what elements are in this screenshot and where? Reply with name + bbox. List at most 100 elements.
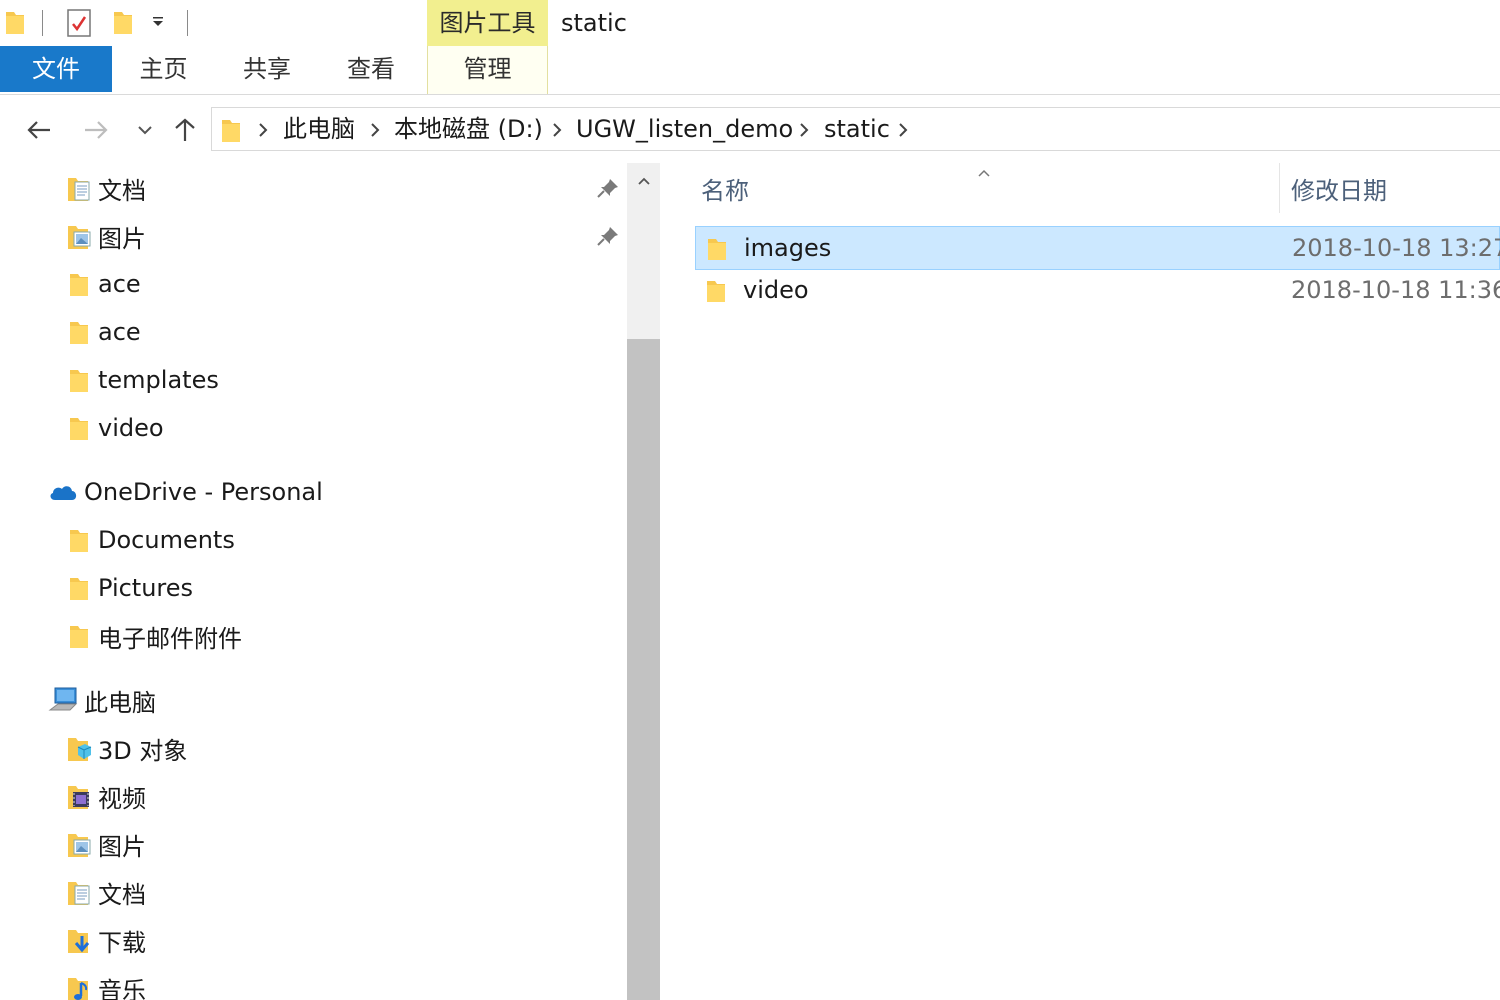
onedrive-cloud-icon [48,477,78,507]
qat-separator [187,10,188,36]
new-folder-icon[interactable] [112,8,134,40]
nav-item-label: ace [98,318,141,346]
file-modified-date: 2018-10-18 13:27 [1292,234,1500,262]
nav-item-pictures-pinned[interactable]: 图片 [66,212,146,260]
nav-item-templates[interactable]: templates [66,356,219,404]
nav-item-3d-objects[interactable]: 3D 对象 [66,724,187,772]
nav-item-onedrive-pictures[interactable]: Pictures [66,564,193,612]
downloads-folder-icon [66,925,92,955]
ribbon-tabs: 文件 主页 共享 查看 管理 [0,46,1500,94]
folder-icon[interactable] [4,8,26,40]
file-row-images[interactable]: images 2018-10-18 13:27 [695,226,1500,270]
music-folder-icon [66,973,92,1000]
qat-separator [42,10,43,36]
3d-objects-folder-icon [66,733,92,763]
chevron-right-icon[interactable] [258,122,268,142]
nav-item-label: 图片 [98,224,146,253]
pictures-folder-icon [66,221,92,251]
context-tab-picture-tools: 图片工具 [427,0,548,46]
properties-icon[interactable] [66,8,92,42]
chevron-right-icon[interactable] [370,122,380,142]
nav-item-onedrive[interactable]: OneDrive - Personal [48,468,323,516]
folder-icon [66,621,92,651]
file-list-pane: 名称 修改日期 images 2018-10-18 13:27 video 20… [661,163,1500,1000]
this-pc-icon [48,685,78,715]
nav-item-ace[interactable]: ace [66,260,141,308]
sort-ascending-icon [977,163,991,182]
back-icon[interactable] [22,113,56,147]
nav-item-label: 下载 [98,928,146,957]
nav-item-music[interactable]: 音乐 [66,964,146,1000]
breadcrumb-static[interactable]: static [824,108,890,150]
nav-item-pictures[interactable]: 图片 [66,820,146,868]
nav-item-label: ace [98,270,141,298]
pictures-folder-icon [66,829,92,859]
nav-item-label: 图片 [98,832,146,861]
documents-folder-icon [66,877,92,907]
nav-item-label: 电子邮件附件 [98,624,242,653]
title-bar: 图片工具 static [0,0,1500,46]
nav-item-onedrive-documents[interactable]: Documents [66,516,235,564]
folder-icon [66,365,92,395]
tab-file[interactable]: 文件 [0,46,112,92]
breadcrumb-local-disk-d[interactable]: 本地磁盘 (D:) [394,108,543,150]
nav-item-email-attachments[interactable]: 电子邮件附件 [66,612,242,660]
nav-item-label: 视频 [98,784,146,813]
column-divider[interactable] [1279,163,1280,213]
nav-item-label: 文档 [98,176,146,205]
videos-folder-icon [66,781,92,811]
nav-item-label: templates [98,366,219,394]
nav-item-label: 文档 [98,880,146,909]
chevron-right-icon[interactable] [552,122,562,142]
nav-item-label: 此电脑 [84,688,156,717]
chevron-right-icon[interactable] [799,122,809,142]
nav-item-videos[interactable]: 视频 [66,772,146,820]
nav-item-label: OneDrive - Personal [84,478,323,506]
nav-item-label: 音乐 [98,976,146,1000]
file-modified-date: 2018-10-18 11:36 [1291,276,1500,304]
nav-item-label: 3D 对象 [98,736,188,765]
nav-item-label: Documents [98,526,235,554]
nav-item-documents-pinned[interactable]: 文档 [66,164,146,212]
tab-view[interactable]: 查看 [319,46,423,92]
forward-icon[interactable] [79,113,113,147]
folder-icon [66,573,92,603]
navigation-pane: 文档 图片 ace ace templates video OneDrive -… [0,163,627,1000]
pin-icon[interactable] [596,177,620,203]
file-name: images [744,234,832,262]
column-header-modified-date[interactable]: 修改日期 [1291,163,1387,219]
recent-locations-chevron-down-icon[interactable] [128,113,162,147]
pin-icon[interactable] [596,225,620,251]
up-icon[interactable] [168,113,202,147]
tab-share[interactable]: 共享 [215,46,319,92]
nav-item-this-pc[interactable]: 此电脑 [48,676,156,724]
tab-home[interactable]: 主页 [112,46,215,92]
window-title: static [561,9,627,37]
folder-icon [706,236,728,266]
chevron-right-icon[interactable] [898,122,908,142]
breadcrumb-ugw-listen-demo[interactable]: UGW_listen_demo [576,108,793,150]
folder-icon [66,413,92,443]
folder-icon [66,269,92,299]
breadcrumb-this-pc[interactable]: 此电脑 [283,108,355,150]
scroll-up-arrow-icon[interactable] [627,163,660,199]
nav-item-downloads[interactable]: 下载 [66,916,146,964]
nav-item-label: Pictures [98,574,194,602]
documents-folder-icon [66,173,92,203]
nav-item-documents[interactable]: 文档 [66,868,146,916]
folder-icon [705,278,727,308]
customize-dropdown-icon[interactable] [150,14,166,34]
navigation-pane-scrollbar[interactable] [627,163,660,1000]
scrollbar-thumb[interactable] [627,339,660,1000]
address-bar[interactable]: 此电脑 本地磁盘 (D:) UGW_listen_demo static [211,107,1500,151]
column-header-name[interactable]: 名称 [701,163,749,219]
file-name: video [743,276,809,304]
folder-icon [66,317,92,347]
file-row-video[interactable]: video 2018-10-18 11:36 [695,269,1500,313]
nav-item-video[interactable]: video [66,404,164,452]
folder-icon [66,525,92,555]
tab-manage[interactable]: 管理 [427,46,548,92]
nav-item-ace[interactable]: ace [66,308,141,356]
nav-item-label: video [98,414,164,442]
folder-icon [220,116,242,148]
